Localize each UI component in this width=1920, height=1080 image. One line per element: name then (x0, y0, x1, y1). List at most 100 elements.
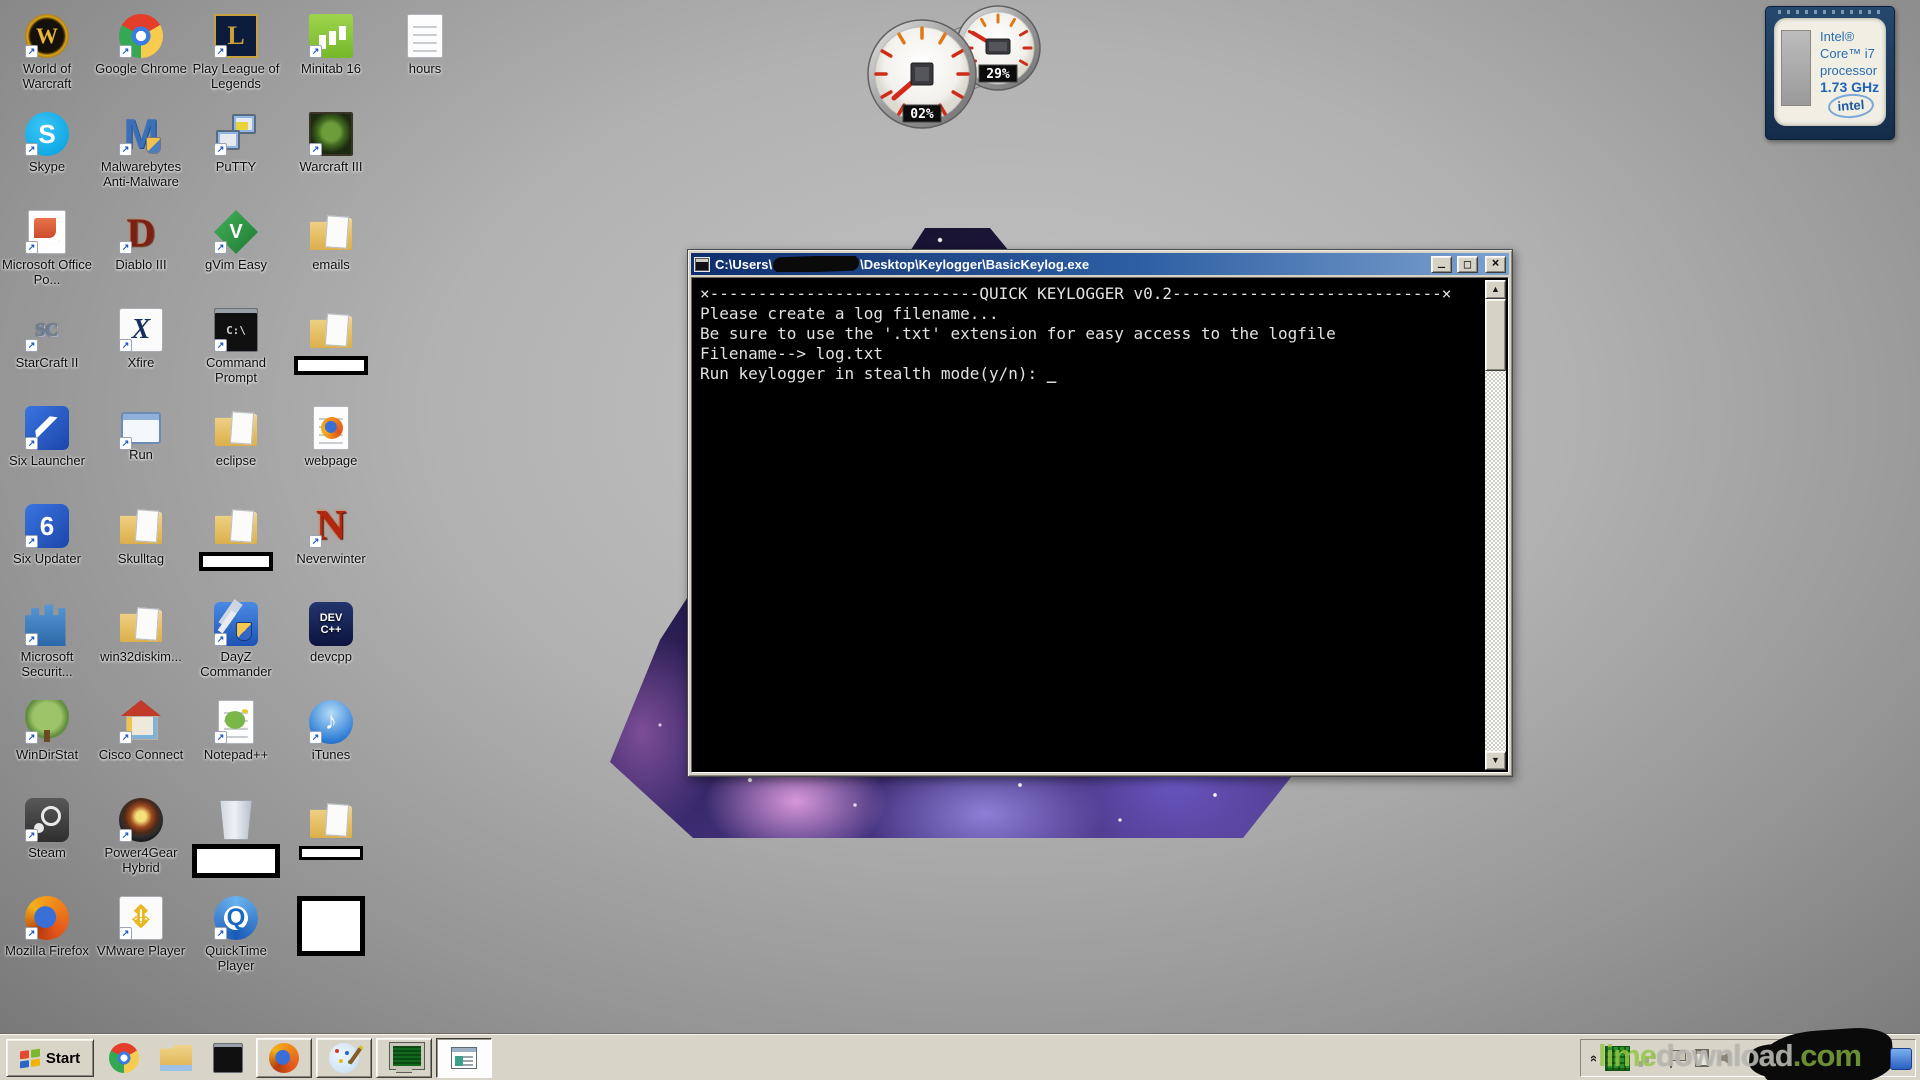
desktop-icon-label: webpage (285, 453, 377, 468)
desktop-icon-neverwinter[interactable]: N↗Neverwinter (285, 504, 377, 566)
desktop-icon-six-launcher[interactable]: ↗Six Launcher (1, 406, 93, 468)
desktop-icon-redacted-folder-1[interactable] (285, 308, 377, 375)
taskbar-button-active-keylogger-window[interactable] (436, 1038, 492, 1078)
close-button[interactable]: × (1485, 256, 1506, 273)
desktop-icon-dayz-commander[interactable]: ↗DayZ Commander (190, 602, 282, 679)
desktop-icon-emails[interactable]: emails (285, 210, 377, 272)
shortcut-arrow-icon: ↗ (309, 143, 322, 156)
shortcut-arrow-icon: ↗ (119, 45, 132, 58)
desktop-icon-skulltag[interactable]: Skulltag (95, 504, 187, 566)
console-output[interactable]: ×----------------------------QUICK KEYLO… (691, 277, 1509, 773)
desktop-icon-recycle-bin[interactable] (190, 798, 282, 878)
desktop-icon-webpage[interactable]: webpage (285, 406, 377, 468)
desktop-icon-windirstat[interactable]: ↗WinDirStat (1, 700, 93, 762)
taskbar-button-explorer[interactable] (152, 1038, 200, 1078)
desktop-icon-label: Power4Gear Hybrid (95, 845, 187, 875)
desktop-icon-quicktime-player[interactable]: Q↗QuickTime Player (190, 896, 282, 973)
desktop-icon-redacted-folder-3[interactable] (285, 798, 377, 860)
green-grid-icon[interactable] (1605, 1046, 1630, 1071)
desktop-icon-eclipse[interactable]: eclipse (190, 406, 282, 468)
cpu-meter-gadget[interactable]: 29% 02% (852, 2, 1048, 130)
desktop-icon-label: eclipse (190, 453, 282, 468)
desktop-icon-label: Google Chrome (95, 61, 187, 76)
maximize-button[interactable]: □ (1457, 256, 1478, 273)
desktop-icon-starcraft-ii[interactable]: SC↗StarCraft II (1, 308, 93, 370)
desktop-icon-vmware-player[interactable]: ↗VMware Player (95, 896, 187, 958)
desktop-icon-win32diskim[interactable]: win32diskim... (95, 602, 187, 664)
desktop-icon-label: WinDirStat (1, 747, 93, 762)
taskbar-button-system-monitor[interactable] (376, 1038, 432, 1078)
desktop-icon-label: Warcraft III (285, 159, 377, 174)
desktop-icon-play-league-of-legends[interactable]: L↗Play League of Legends (190, 14, 282, 91)
start-button[interactable]: Start (6, 1039, 94, 1077)
desktop-icon-warcraft-iii[interactable]: ↗ Warcraft III (285, 112, 377, 174)
desktop-icon-putty[interactable]: ↗PuTTY (190, 112, 282, 174)
scrollbar[interactable]: ▲ ▼ (1485, 280, 1506, 770)
desktop-icon-minitab-16[interactable]: ↗Minitab 16 (285, 14, 377, 76)
intel-logo: intel (1827, 92, 1875, 119)
system-tray: » (1580, 1039, 1916, 1077)
desktop-icon-skype[interactable]: S↗Skype (1, 112, 93, 174)
username-redaction (773, 256, 860, 272)
desktop-icon-cisco-connect[interactable]: ↗ Cisco Connect (95, 700, 187, 762)
desktop-icon-hours[interactable]: hours (379, 14, 471, 76)
desktop-icon-redacted-folder-2[interactable] (190, 504, 282, 571)
desktop-icon-mozilla-firefox[interactable]: ↗Mozilla Firefox (1, 896, 93, 958)
desktop-icon-world-of-warcraft[interactable]: W↗World of Warcraft (1, 14, 93, 91)
flag-icon[interactable] (1670, 1049, 1686, 1068)
desktop-icon-microsoft-office-po[interactable]: ↗Microsoft Office Po... (1, 210, 93, 287)
desktop-icon-devcpp[interactable]: DEV C++devcpp (285, 602, 377, 664)
shortcut-arrow-icon: ↗ (119, 731, 132, 744)
signal-bars-icon[interactable] (1639, 1049, 1661, 1067)
desktop-icon-gvim-easy[interactable]: V↗gVim Easy (190, 210, 282, 272)
shortcut-arrow-icon: ↗ (309, 535, 322, 548)
desktop-icon-steam[interactable]: ↗Steam (1, 798, 93, 860)
shortcut-arrow-icon: ↗ (119, 143, 132, 156)
desktop-icon-label: Play League of Legends (190, 61, 282, 91)
desktop-icon-label: hours (379, 61, 471, 76)
desktop-icon-label: Microsoft Securit... (1, 649, 93, 679)
doc-icon (407, 14, 443, 58)
desktop-icon-diablo-iii[interactable]: D↗Diablo III (95, 210, 187, 272)
chevron-up-icon[interactable]: » (1585, 1054, 1600, 1061)
console-window[interactable]: C:\Users\ \Desktop\Keylogger\BasicKeylog… (687, 249, 1513, 777)
intel-usage-meter (1781, 30, 1811, 106)
shortcut-arrow-icon: ↗ (119, 927, 132, 940)
window-titlebar[interactable]: C:\Users\ \Desktop\Keylogger\BasicKeylog… (691, 253, 1509, 275)
shortcut-arrow-icon: ↗ (25, 633, 38, 646)
redaction-blob-icon (1761, 1026, 1895, 1080)
desktop-icon-label: Notepad++ (190, 747, 282, 762)
desktop-icon-label: Cisco Connect (95, 747, 187, 762)
desktop-icon-run[interactable]: ↗Run (95, 406, 187, 462)
scroll-down-button[interactable]: ▼ (1485, 751, 1506, 770)
speaker-icon[interactable] (1718, 1050, 1735, 1066)
scrollbar-thumb[interactable] (1485, 299, 1506, 371)
taskbar-button-command-prompt[interactable] (204, 1038, 252, 1078)
folder-icon (118, 602, 164, 646)
desktop-icon-power4gear-hybrid[interactable]: ↗Power4Gear Hybrid (95, 798, 187, 875)
desktop-icon-command-prompt[interactable]: C:\↗Command Prompt (190, 308, 282, 385)
clipboard-icon[interactable] (1695, 1049, 1709, 1067)
taskbar-button-chrome[interactable] (100, 1038, 148, 1078)
desktop-icon-google-chrome[interactable]: ↗ Google Chrome (95, 14, 187, 76)
label-redaction (192, 844, 280, 878)
blue-app-icon[interactable] (1890, 1048, 1912, 1070)
desktop-icon-six-updater[interactable]: 6↗Six Updater (1, 504, 93, 566)
console-line: Run keylogger in stealth mode(y/n): _ (700, 364, 1476, 384)
desktop-icon-label: Six Launcher (1, 453, 93, 468)
desktop-icon-microsoft-securit[interactable]: ↗ Microsoft Securit... (1, 602, 93, 679)
desktop-icon-redacted-item[interactable] (285, 896, 377, 956)
desktop-icon-malwarebytes-anti-malware[interactable]: M↗Malwarebytes Anti-Malware (95, 112, 187, 189)
minimize-button[interactable]: _ (1431, 256, 1452, 273)
desktop-icon-notepad-plus-plus[interactable]: ↗Notepad++ (190, 700, 282, 762)
desktop-icon-label: Steam (1, 845, 93, 860)
desktop-icon-itunes[interactable]: ♪↗iTunes (285, 700, 377, 762)
desktop-icon-xfire[interactable]: X↗Xfire (95, 308, 187, 370)
intel-cpu-gadget[interactable]: Intel® Core™ i7 processor 1.73 GHz intel (1765, 6, 1895, 140)
text-cursor: _ (1047, 364, 1057, 383)
scroll-up-button[interactable]: ▲ (1485, 280, 1506, 299)
taskbar: Start » limedownload.com (0, 1034, 1920, 1080)
taskbar-button-firefox[interactable] (256, 1038, 312, 1078)
taskbar-button-paint[interactable] (316, 1038, 372, 1078)
shortcut-arrow-icon: ↗ (119, 241, 132, 254)
